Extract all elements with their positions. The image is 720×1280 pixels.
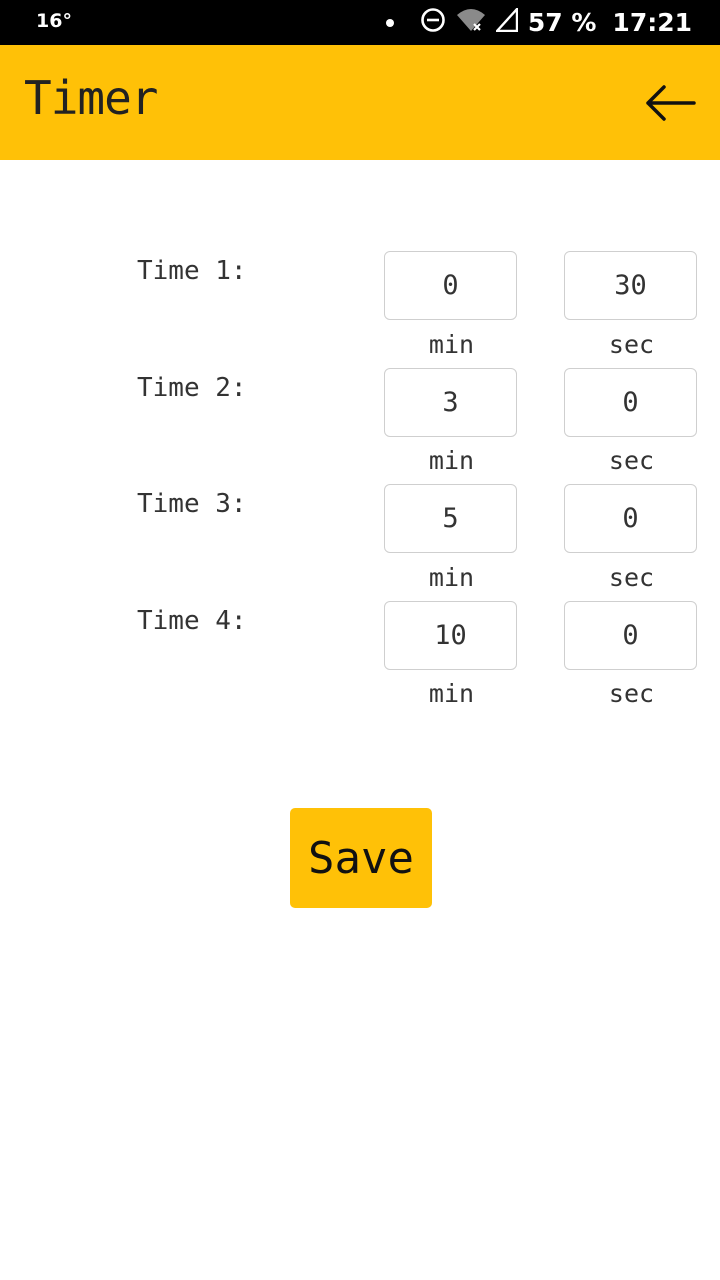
time-3-sec-input[interactable]: 0 — [564, 484, 697, 553]
time-3-label: Time 3: — [137, 489, 247, 519]
time-3-min-unit: min — [428, 563, 475, 592]
notification-dot-icon — [385, 18, 394, 27]
time-1-sec-unit: sec — [608, 330, 655, 359]
time-4-sec-input[interactable]: 0 — [564, 601, 697, 670]
time-4-min-input[interactable]: 10 — [384, 601, 517, 670]
arrow-left-icon — [646, 85, 696, 121]
save-button[interactable]: Save — [290, 808, 432, 908]
do-not-disturb-icon — [420, 7, 446, 39]
time-2-min-unit: min — [428, 446, 475, 475]
time-3-sec-unit: sec — [608, 563, 655, 592]
cell-signal-icon — [494, 5, 519, 38]
time-1-label: Time 1: — [137, 256, 247, 286]
back-button[interactable] — [642, 75, 698, 131]
time-4-min-unit: min — [428, 679, 475, 708]
time-4-label: Time 4: — [137, 606, 247, 636]
time-2-sec-unit: sec — [608, 446, 655, 475]
page-title: Timer — [24, 71, 158, 125]
time-1-sec-input[interactable]: 30 — [564, 251, 697, 320]
wifi-off-icon — [456, 7, 486, 39]
status-icons: 57 % 17:21 — [385, 0, 692, 45]
status-bar: 16° 57 % 17:21 — [0, 0, 720, 45]
time-2-sec-input[interactable]: 0 — [564, 368, 697, 437]
time-4-sec-unit: sec — [608, 679, 655, 708]
time-1-min-unit: min — [428, 330, 475, 359]
time-1-min-input[interactable]: 0 — [384, 251, 517, 320]
battery-level: 57 % — [527, 8, 597, 37]
status-time: 17:21 — [612, 8, 692, 37]
app-bar: Timer — [0, 45, 720, 160]
time-2-min-input[interactable]: 3 — [384, 368, 517, 437]
time-3-min-input[interactable]: 5 — [384, 484, 517, 553]
status-temperature: 16° — [36, 10, 72, 32]
time-2-label: Time 2: — [137, 373, 247, 403]
